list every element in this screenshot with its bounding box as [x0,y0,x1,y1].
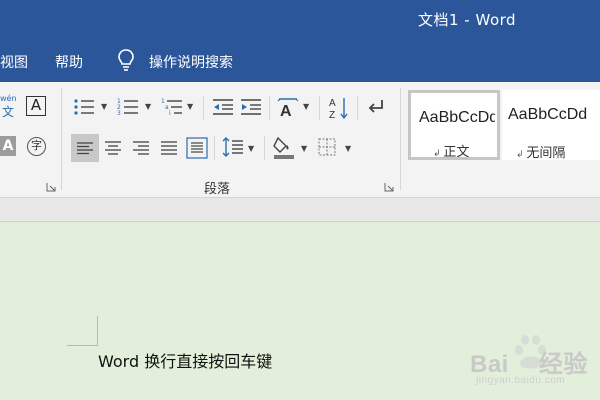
justify-icon[interactable] [160,140,178,156]
svg-text:A: A [280,103,292,118]
pinyin-char: 文 [2,105,15,119]
document-text[interactable]: Word 换行直接按回车键 [98,348,272,372]
align-left-icon [77,142,93,155]
shading-icon[interactable] [272,134,296,160]
separator [61,88,62,190]
chevron-down-icon[interactable]: ▼ [345,144,351,153]
margin-corner-mark [67,345,98,346]
increase-indent-icon[interactable] [240,98,262,116]
chevron-down-icon[interactable]: ▼ [101,102,107,111]
separator [214,136,215,160]
chevron-down-icon[interactable]: ▼ [248,144,254,153]
style-no-spacing[interactable]: AaBbCcDd ↲ 无间隔 [502,90,600,161]
borders-icon[interactable] [318,138,336,156]
separator [357,96,358,120]
chevron-down-icon[interactable]: ▼ [301,144,307,153]
watermark-brand-left: Bai [470,351,509,378]
ruler [0,198,600,222]
style-name: ↲ 正文 [433,145,470,160]
separator [319,96,320,120]
sort-icon[interactable]: A Z [329,96,349,120]
paragraph-dialog-launcher-icon[interactable] [384,182,394,192]
show-paragraph-marks-icon[interactable] [366,98,386,116]
separator [400,88,401,190]
bullets-icon[interactable] [73,98,95,116]
tab-help[interactable]: 帮助 [55,52,83,72]
chevron-down-icon[interactable]: ▼ [187,102,193,111]
chevron-down-icon[interactable]: ▼ [303,102,309,111]
separator [203,96,204,120]
align-center-icon[interactable] [104,140,122,156]
style-name: ↲ 无间隔 [516,146,566,161]
chinese-layout-icon[interactable]: A [277,96,299,118]
ribbon-tabs: 视图 帮助 操作说明搜索 [0,38,600,82]
title-bar: 文档1 - Word [0,0,600,38]
svg-text:A: A [329,98,336,109]
margin-corner-mark [97,316,98,346]
watermark-brand-right: 经验 [538,351,588,378]
chevron-down-icon[interactable]: ▼ [145,102,151,111]
style-sample: AaBbCcDd [419,109,495,126]
multilevel-list-icon[interactable]: 1ai [161,97,183,117]
window-title: 文档1 - Word [418,11,517,29]
style-sample: AaBbCcDd [508,106,588,123]
distributed-align-icon[interactable] [186,137,208,159]
font-dialog-launcher-icon[interactable] [46,182,56,192]
svg-text:3: 3 [117,110,121,117]
watermark-url: jingyan.baidu.com [476,375,566,386]
numbering-icon[interactable]: 123 [117,97,139,117]
align-left-button[interactable] [71,134,99,162]
paragraph-group-label: 段落 [204,182,231,197]
lightbulb-icon[interactable] [116,48,136,72]
tell-me-search[interactable]: 操作说明搜索 [149,52,233,72]
separator [269,96,270,120]
character-border-icon[interactable]: A [26,96,46,116]
decrease-indent-icon[interactable] [212,98,234,116]
svg-text:i: i [169,110,171,117]
separator [264,136,265,160]
tab-view[interactable]: 视图 [0,52,28,72]
enclose-characters-icon[interactable]: 字 [27,137,46,156]
watermark-brand: Bai 经验 [470,344,588,379]
line-spacing-icon[interactable] [222,136,244,158]
pinyin-top: wén [0,94,17,103]
style-name-text: 正文 [443,145,470,160]
align-right-icon[interactable] [132,140,150,156]
svg-text:Z: Z [329,110,335,120]
style-normal[interactable]: AaBbCcDd ↲ 正文 [408,90,500,160]
character-shading-icon[interactable]: A [0,136,16,156]
ribbon: wén 文 A A 字 ▼ 123 ▼ 1ai ▼ A ▼ A Z ▼ ▼ ▼ … [0,82,600,198]
style-name-text: 无间隔 [526,146,566,161]
phonetic-guide-icon[interactable]: wén 文 [0,94,18,119]
